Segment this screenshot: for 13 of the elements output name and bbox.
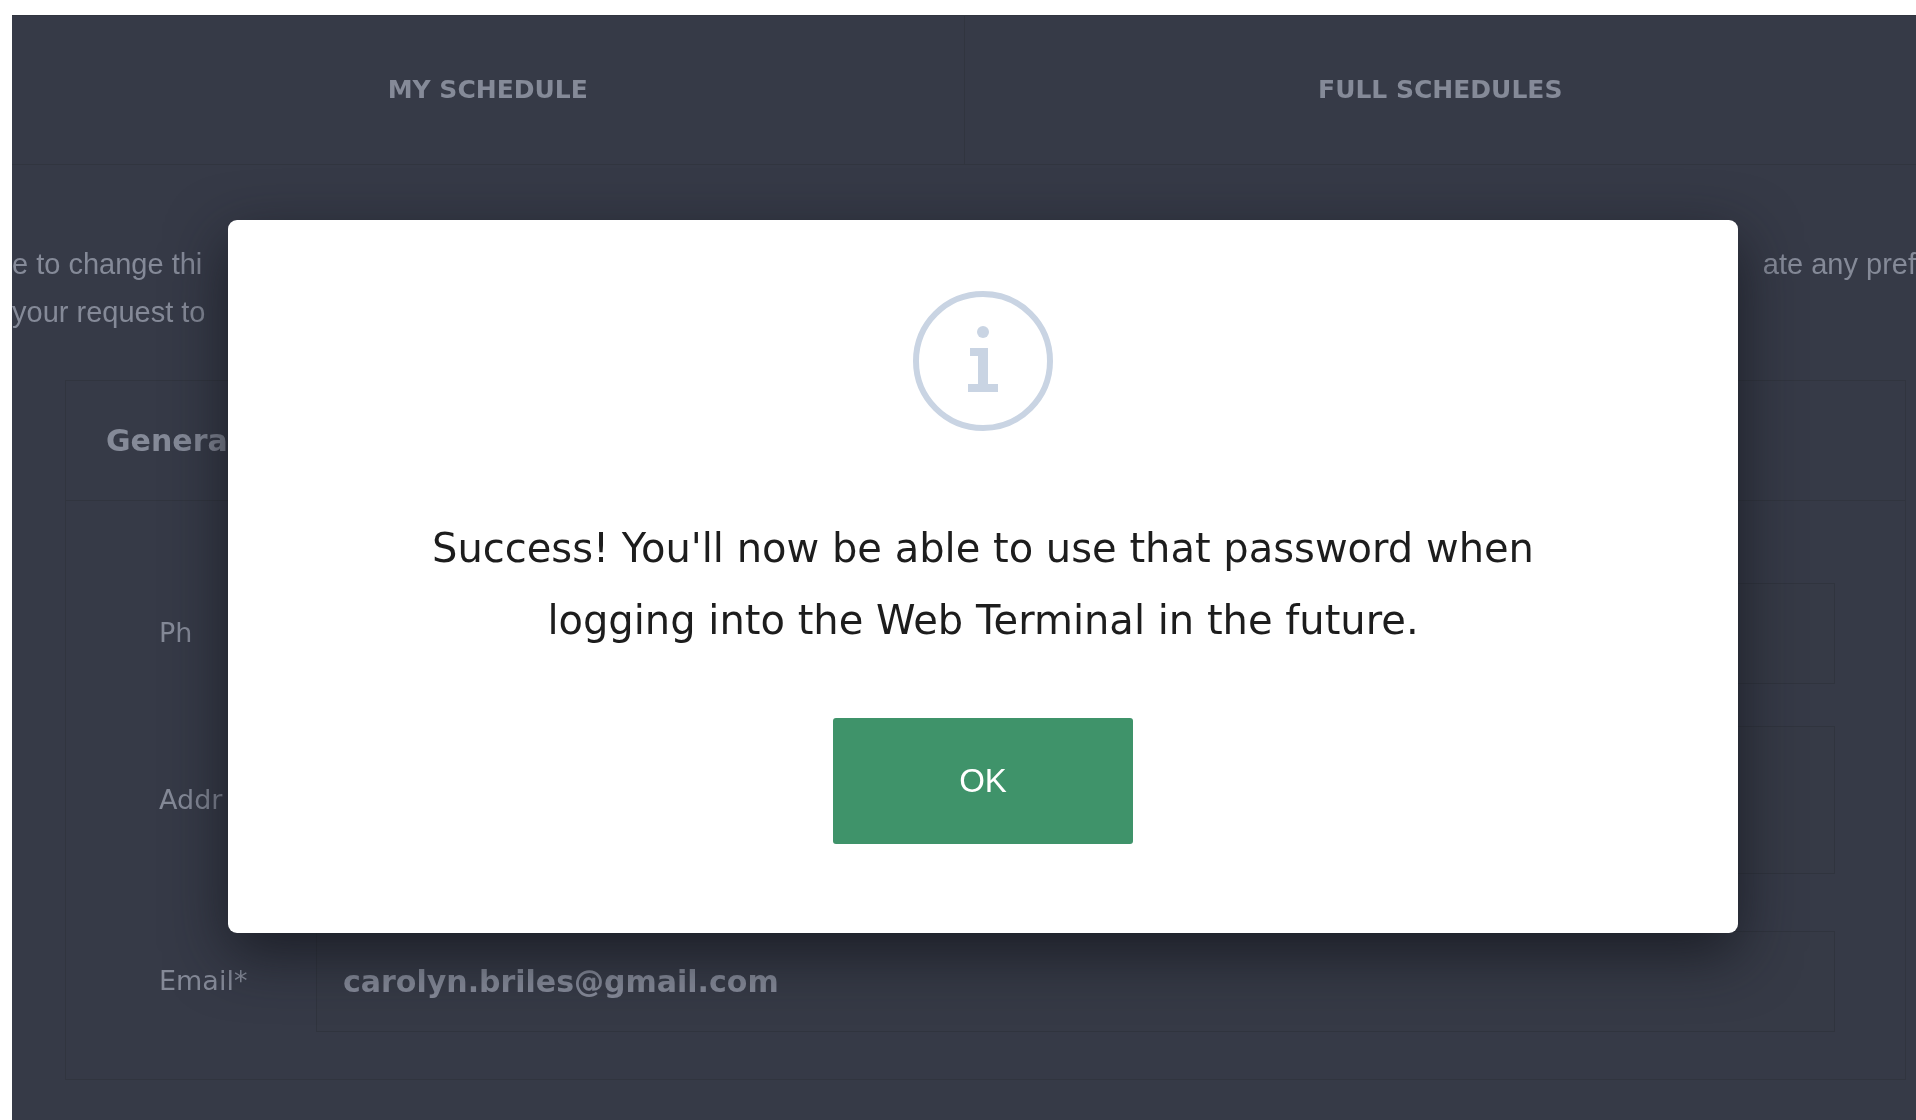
intro-text: your request to (12, 295, 206, 330)
info-icon (912, 290, 1054, 432)
tab[interactable]: FULL SCHEDULES (963, 16, 1916, 164)
field-label: Ph (158, 616, 194, 651)
intro-text: ate any pref (1762, 247, 1916, 282)
field-label: Addr (158, 782, 224, 817)
field-label: Email* (158, 964, 249, 999)
intro-text: e to change thi (12, 247, 203, 282)
dialog-message: Success! You'll now be able to use that password when logging into the Web Terminal in the future. (431, 524, 1535, 645)
card-title: Genera (106, 422, 228, 460)
ok-button[interactable]: OK (833, 718, 1133, 844)
input-field[interactable]: carolyn.briles@gmail.com (316, 931, 1835, 1032)
tab[interactable]: MY SCHEDULE (12, 16, 964, 164)
